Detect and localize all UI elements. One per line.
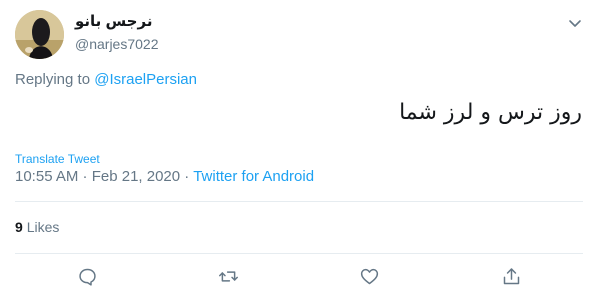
likes-label: Likes (26, 219, 60, 235)
reply-icon (78, 268, 96, 286)
author-display-name[interactable]: نرجس بانو (75, 12, 152, 30)
likes-count: 9 (15, 219, 23, 235)
reply-button[interactable] (75, 264, 99, 288)
replying-to-label: Replying to (15, 71, 91, 88)
chevron-down-icon[interactable] (566, 14, 584, 32)
like-button[interactable] (357, 264, 381, 288)
heart-icon (360, 268, 378, 284)
avatar[interactable] (15, 10, 64, 59)
retweet-icon (218, 270, 238, 282)
tweet-source-link[interactable]: Twitter for Android (193, 168, 314, 185)
share-button[interactable] (499, 264, 523, 288)
share-icon (503, 267, 519, 284)
likes-stat[interactable]: 9 Likes (15, 219, 59, 235)
divider (15, 201, 583, 202)
meta-separator: · (180, 168, 194, 185)
tweet-text: روز ترس و لرز شما (399, 100, 582, 125)
author-handle[interactable]: @narjes7022 (75, 36, 159, 52)
divider (15, 253, 583, 254)
replying-to: Replying to @IsraelPersian (15, 71, 197, 88)
translate-tweet-link[interactable]: Translate Tweet (15, 152, 100, 166)
tweet-metadata: 10:55 AM · Feb 21, 2020 · Twitter for An… (15, 168, 314, 185)
reply-mention-link[interactable]: @IsraelPersian (94, 71, 197, 88)
tweet-detail: نرجس بانو @narjes7022 Replying to @Israe… (0, 0, 598, 300)
tweet-timestamp[interactable]: 10:55 AM · Feb 21, 2020 (15, 168, 180, 185)
retweet-button[interactable] (216, 264, 240, 288)
avatar-image (15, 10, 64, 59)
